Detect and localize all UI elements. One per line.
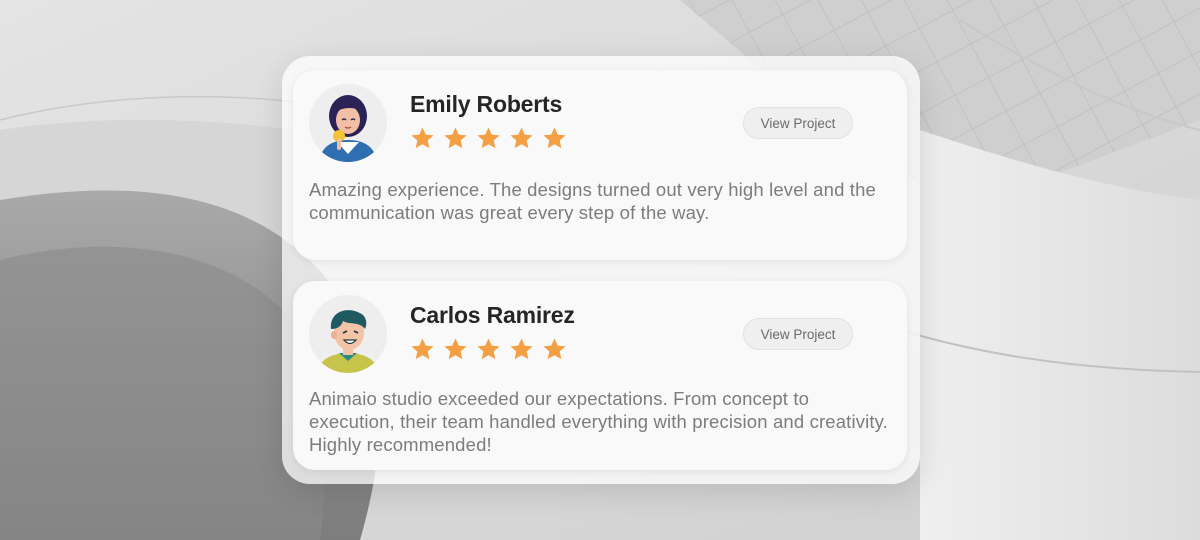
star-icon	[411, 338, 434, 360]
star-icon	[444, 127, 467, 149]
reviewer-name: Carlos Ramirez	[410, 302, 575, 328]
star-icon	[510, 127, 533, 149]
star-icon	[543, 338, 566, 360]
view-project-button[interactable]: View Project	[743, 107, 853, 139]
star-rating	[409, 336, 568, 363]
review-text: Amazing experience. The designs turned o…	[309, 179, 876, 223]
man-avatar-icon	[309, 295, 387, 373]
star-icon	[444, 338, 467, 360]
star-icon	[411, 127, 434, 149]
woman-avatar-icon	[309, 84, 387, 162]
star-icon	[477, 127, 500, 149]
star-icon	[543, 127, 566, 149]
review-card: Emily Roberts View Project Amazing exper…	[293, 70, 907, 260]
star-icon	[477, 338, 500, 360]
review-card: Carlos Ramirez View Project Animaio stud…	[293, 281, 907, 470]
reviewer-name: Emily Roberts	[410, 91, 563, 117]
star-rating	[409, 125, 568, 152]
view-project-button[interactable]: View Project	[743, 318, 853, 350]
star-icon	[510, 338, 533, 360]
review-text: Animaio studio exceeded our expectations…	[309, 388, 888, 455]
